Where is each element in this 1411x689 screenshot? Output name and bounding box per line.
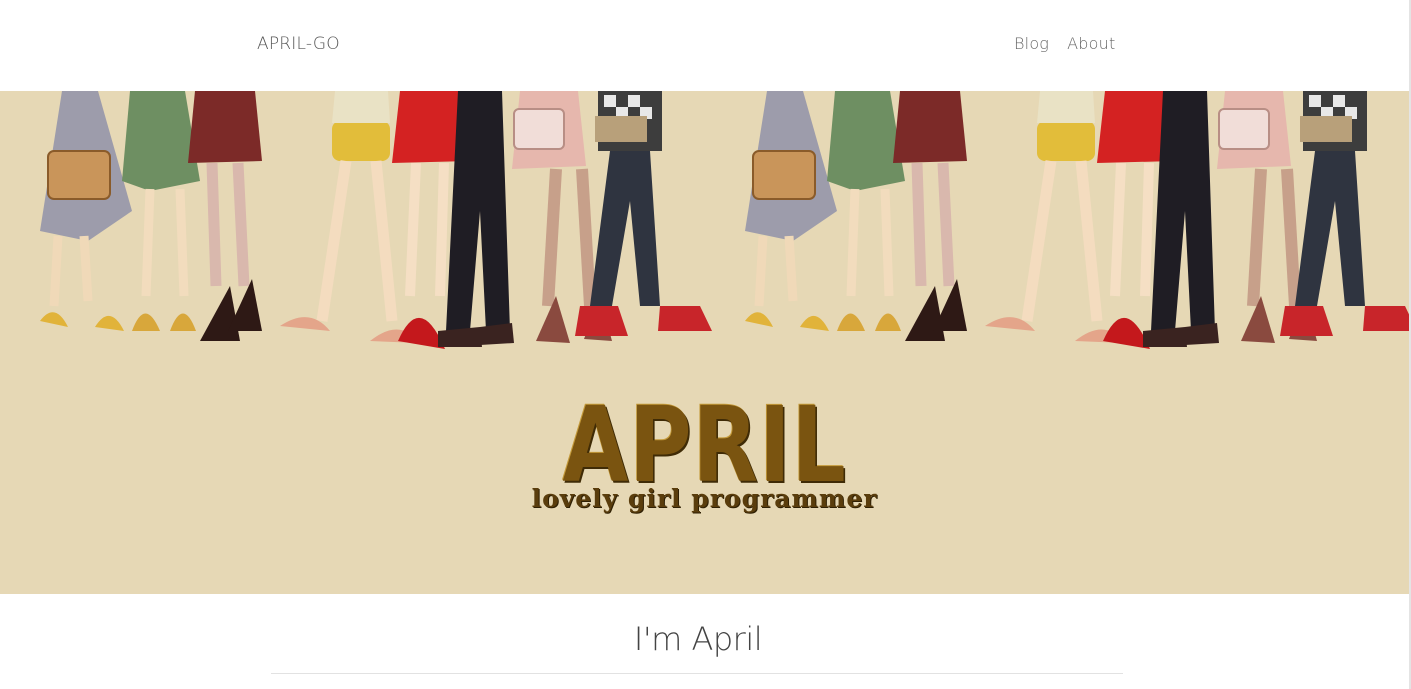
hero-title: APRIL [562,384,847,506]
hero-banner: APRIL lovely girl programmer [0,91,1409,594]
hero-illustration [0,91,1409,391]
nav-links: Blog About [1014,34,1115,53]
page: APRIL-GO Blog About APRIL lovely girl pr… [0,0,1411,689]
intro-heading: I'm April [633,620,763,658]
hero-subtitle: lovely girl programmer [531,484,878,513]
top-navbar: APRIL-GO Blog About [0,0,1411,91]
nav-link-blog[interactable]: Blog [1014,34,1049,53]
nav-link-about[interactable]: About [1067,34,1115,53]
intro-divider [271,673,1123,674]
brand-link[interactable]: APRIL-GO [257,34,340,54]
